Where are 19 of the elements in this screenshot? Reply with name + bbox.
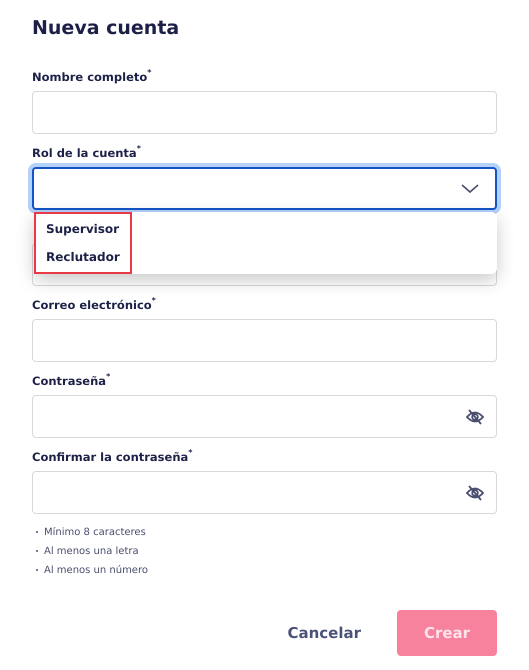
- cancel-button[interactable]: Cancelar: [281, 610, 367, 656]
- eye-slash-icon[interactable]: [466, 408, 484, 424]
- field-label: Rol de la cuenta$^{*}$: [32, 144, 142, 162]
- dropdown-option[interactable]: Supervisor: [36, 215, 130, 243]
- input-field[interactable]: [32, 91, 497, 134]
- eye-slash-icon[interactable]: [466, 484, 484, 500]
- field-label: Correo electrónico$^{*}$: [32, 296, 157, 314]
- field-label: Nombre completo$^{*}$: [32, 68, 152, 86]
- field-label: Contraseña$^{*}$: [32, 372, 112, 390]
- password-hint: Mínimo 8 caracteres: [44, 526, 146, 538]
- dropdown-option[interactable]: Reclutador: [36, 243, 130, 271]
- password-hint: Al menos una letra: [44, 546, 139, 556]
- password-field[interactable]: [32, 395, 497, 438]
- password-field[interactable]: [32, 471, 497, 514]
- field-label: Confirmar la contraseña$^{*}$: [32, 448, 194, 466]
- input-field[interactable]: [32, 319, 497, 362]
- password-hint: Al menos un número: [44, 564, 148, 576]
- chevron-down-icon: [461, 184, 479, 194]
- form-title: Nueva cuenta: [32, 16, 180, 41]
